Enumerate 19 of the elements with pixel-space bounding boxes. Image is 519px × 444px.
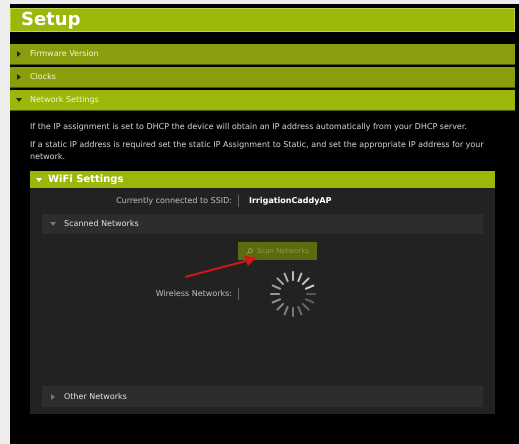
panel-header[interactable]: WiFi Settings — [30, 171, 495, 188]
ssid-value: IrrigationCaddyAP — [248, 195, 332, 207]
search-icon — [246, 248, 253, 254]
help-text: If a static IP address is required set the static IP Assignment to Static, and set the appropriate IP address for your network. — [30, 139, 485, 163]
accordion-header[interactable]: Network Settings — [10, 90, 515, 111]
caret-icon — [16, 51, 22, 57]
caret-icon — [16, 74, 22, 80]
caret-icon — [16, 97, 22, 103]
accordion-header[interactable]: Other Networks — [42, 386, 483, 407]
field-label: Wireless Networks: — [42, 288, 239, 300]
help-text: If the IP assignment is set to DHCP the device will obtain an IP address automatically from your DHCP server. — [30, 121, 468, 133]
caret-icon — [50, 394, 56, 400]
page-title: Setup — [10, 8, 515, 32]
field-label: Currently connected to SSID: — [42, 195, 239, 207]
caret-icon — [50, 221, 56, 227]
accordion-header[interactable]: Scanned Networks — [42, 214, 483, 234]
caret-icon — [36, 176, 42, 182]
accordion-header[interactable]: Firmware Version — [10, 44, 515, 65]
accordion-header[interactable]: Clocks — [10, 67, 515, 88]
